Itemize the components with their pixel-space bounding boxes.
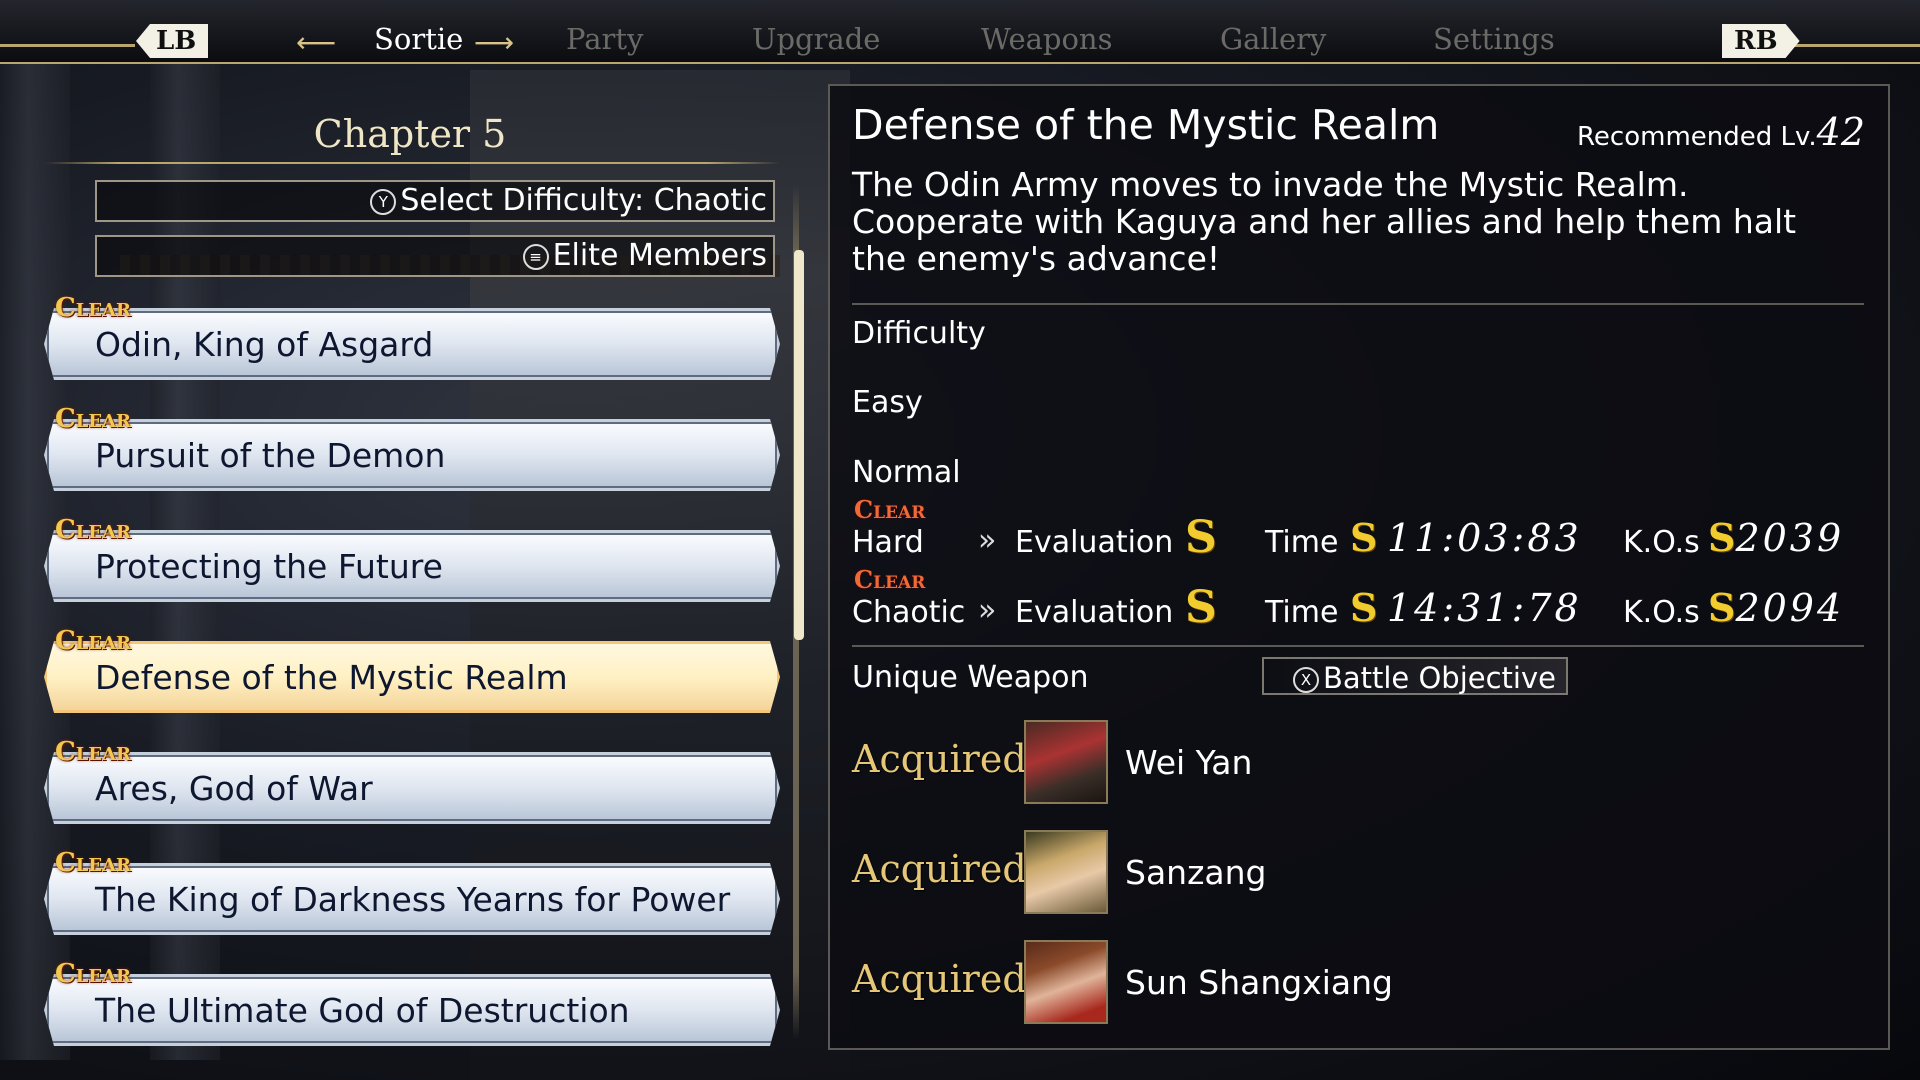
kos-value: S2039 xyxy=(1708,515,1844,560)
recommended-level: Recommended Lv.42 xyxy=(1577,110,1865,154)
kos-number: 2094 xyxy=(1735,586,1845,630)
clear-badge: Clear xyxy=(55,737,131,767)
difficulty-normal: Normal xyxy=(852,455,961,490)
evaluation-label: Evaluation xyxy=(1015,525,1174,560)
evaluation-grade: S xyxy=(1185,582,1217,633)
difficulty-easy: Easy xyxy=(852,385,923,420)
mission-label: Defense of the Mystic Realm xyxy=(95,658,568,697)
mission-item[interactable]: Pursuit of the Demon xyxy=(44,419,780,491)
chevron-right-icon: » xyxy=(978,523,997,558)
mission-label: The Ultimate God of Destruction xyxy=(95,991,630,1030)
kos-label: K.O.s xyxy=(1623,595,1700,630)
weapon-character-name: Wei Yan xyxy=(1125,743,1253,782)
clear-badge: Clear xyxy=(854,495,926,524)
tab-sortie[interactable]: Sortie xyxy=(374,22,463,56)
scrollbar-thumb[interactable] xyxy=(794,250,804,640)
top-navigation-bar: LB ⟵ Sortie ⟶ Party Upgrade Weapons Gall… xyxy=(0,0,1920,64)
difficulty-hard: Hard xyxy=(852,525,924,560)
top-ornament-left xyxy=(0,44,135,47)
time-grade: S xyxy=(1350,585,1378,630)
evaluation-label: Evaluation xyxy=(1015,595,1174,630)
kos-number: 2039 xyxy=(1735,516,1845,560)
weapon-character-name: Sun Shangxiang xyxy=(1125,963,1393,1002)
tab-settings[interactable]: Settings xyxy=(1433,22,1555,56)
wei-yan-portrait xyxy=(1024,720,1108,804)
tab-party[interactable]: Party xyxy=(566,22,643,56)
clear-badge: Clear xyxy=(55,626,131,656)
time-label: Time xyxy=(1265,595,1339,630)
mission-item-selected[interactable]: Defense of the Mystic Realm xyxy=(44,641,780,713)
mission-title: Defense of the Mystic Realm xyxy=(852,101,1440,149)
mission-item[interactable]: The Ultimate God of Destruction xyxy=(44,974,780,1046)
rb-bumper-button[interactable]: RB xyxy=(1722,24,1800,58)
time-number: 11:03:83 xyxy=(1387,516,1582,560)
wing-ornament-icon: ⟶ xyxy=(474,26,515,59)
chevron-right-icon: » xyxy=(978,593,997,628)
divider xyxy=(852,303,1864,305)
clear-badge: Clear xyxy=(55,404,131,434)
divider xyxy=(852,645,1864,647)
kos-label: K.O.s xyxy=(1623,525,1700,560)
time-number: 14:31:78 xyxy=(1387,586,1582,630)
clear-badge: Clear xyxy=(55,515,131,545)
chapter-divider xyxy=(45,162,780,164)
unique-weapon-heading: Unique Weapon xyxy=(852,660,1089,695)
weapon-status: Acquired xyxy=(852,847,1027,891)
mission-label: The King of Darkness Yearns for Power xyxy=(95,880,731,919)
tab-weapons[interactable]: Weapons xyxy=(981,22,1112,56)
x-button-icon: X xyxy=(1292,667,1319,693)
y-button-icon: Y xyxy=(370,189,397,215)
battle-objective-button[interactable]: X Battle Objective xyxy=(1262,657,1568,695)
battle-objective-label: Battle Objective xyxy=(1322,661,1556,695)
wing-ornament-icon: ⟵ xyxy=(296,26,337,59)
kos-grade: S xyxy=(1708,515,1736,560)
top-ornament-right xyxy=(1785,44,1920,47)
sanzang-portrait xyxy=(1024,830,1108,914)
difficulty-chaotic: Chaotic xyxy=(852,595,966,630)
elite-members-button[interactable]: ≡ Elite Members xyxy=(95,235,775,277)
time-label: Time xyxy=(1265,525,1339,560)
clear-badge: Clear xyxy=(55,848,131,878)
mission-label: Odin, King of Asgard xyxy=(95,325,434,364)
tab-upgrade[interactable]: Upgrade xyxy=(752,22,880,56)
mission-label: Protecting the Future xyxy=(95,547,443,586)
mission-label: Ares, God of War xyxy=(95,769,373,808)
mission-item[interactable]: Odin, King of Asgard xyxy=(44,308,780,380)
time-value: S 14:31:78 xyxy=(1350,585,1582,630)
select-difficulty-button[interactable]: Y Select Difficulty: Chaotic xyxy=(95,180,775,222)
mission-item[interactable]: Protecting the Future xyxy=(44,530,780,602)
clear-badge: Clear xyxy=(55,293,131,323)
tab-gallery[interactable]: Gallery xyxy=(1220,22,1326,56)
sun-shangxiang-portrait xyxy=(1024,940,1108,1024)
time-grade: S xyxy=(1350,515,1378,560)
mission-description: The Odin Army moves to invade the Mystic… xyxy=(852,165,1797,278)
clear-badge: Clear xyxy=(854,565,926,594)
weapon-status: Acquired xyxy=(852,957,1027,1001)
time-value: S 11:03:83 xyxy=(1350,515,1582,560)
elite-members-label: Elite Members xyxy=(552,238,767,273)
select-difficulty-label: Select Difficulty: Chaotic xyxy=(400,183,767,218)
kos-grade: S xyxy=(1708,585,1736,630)
weapon-character-name: Sanzang xyxy=(1125,853,1267,892)
menu-button-icon: ≡ xyxy=(522,244,549,270)
recommended-level-label: Recommended Lv. xyxy=(1577,122,1817,152)
evaluation-grade: S xyxy=(1185,512,1217,563)
chapter-title: Chapter 5 xyxy=(313,112,507,156)
lb-bumper-button[interactable]: LB xyxy=(136,24,209,58)
recommended-level-value: 42 xyxy=(1816,110,1865,154)
weapon-status: Acquired xyxy=(852,737,1027,781)
mission-item[interactable]: The King of Darkness Yearns for Power xyxy=(44,863,780,935)
mission-label: Pursuit of the Demon xyxy=(95,436,446,475)
mission-item[interactable]: Ares, God of War xyxy=(44,752,780,824)
kos-value: S2094 xyxy=(1708,585,1844,630)
clear-badge: Clear xyxy=(55,959,131,989)
difficulty-heading: Difficulty xyxy=(852,316,986,351)
